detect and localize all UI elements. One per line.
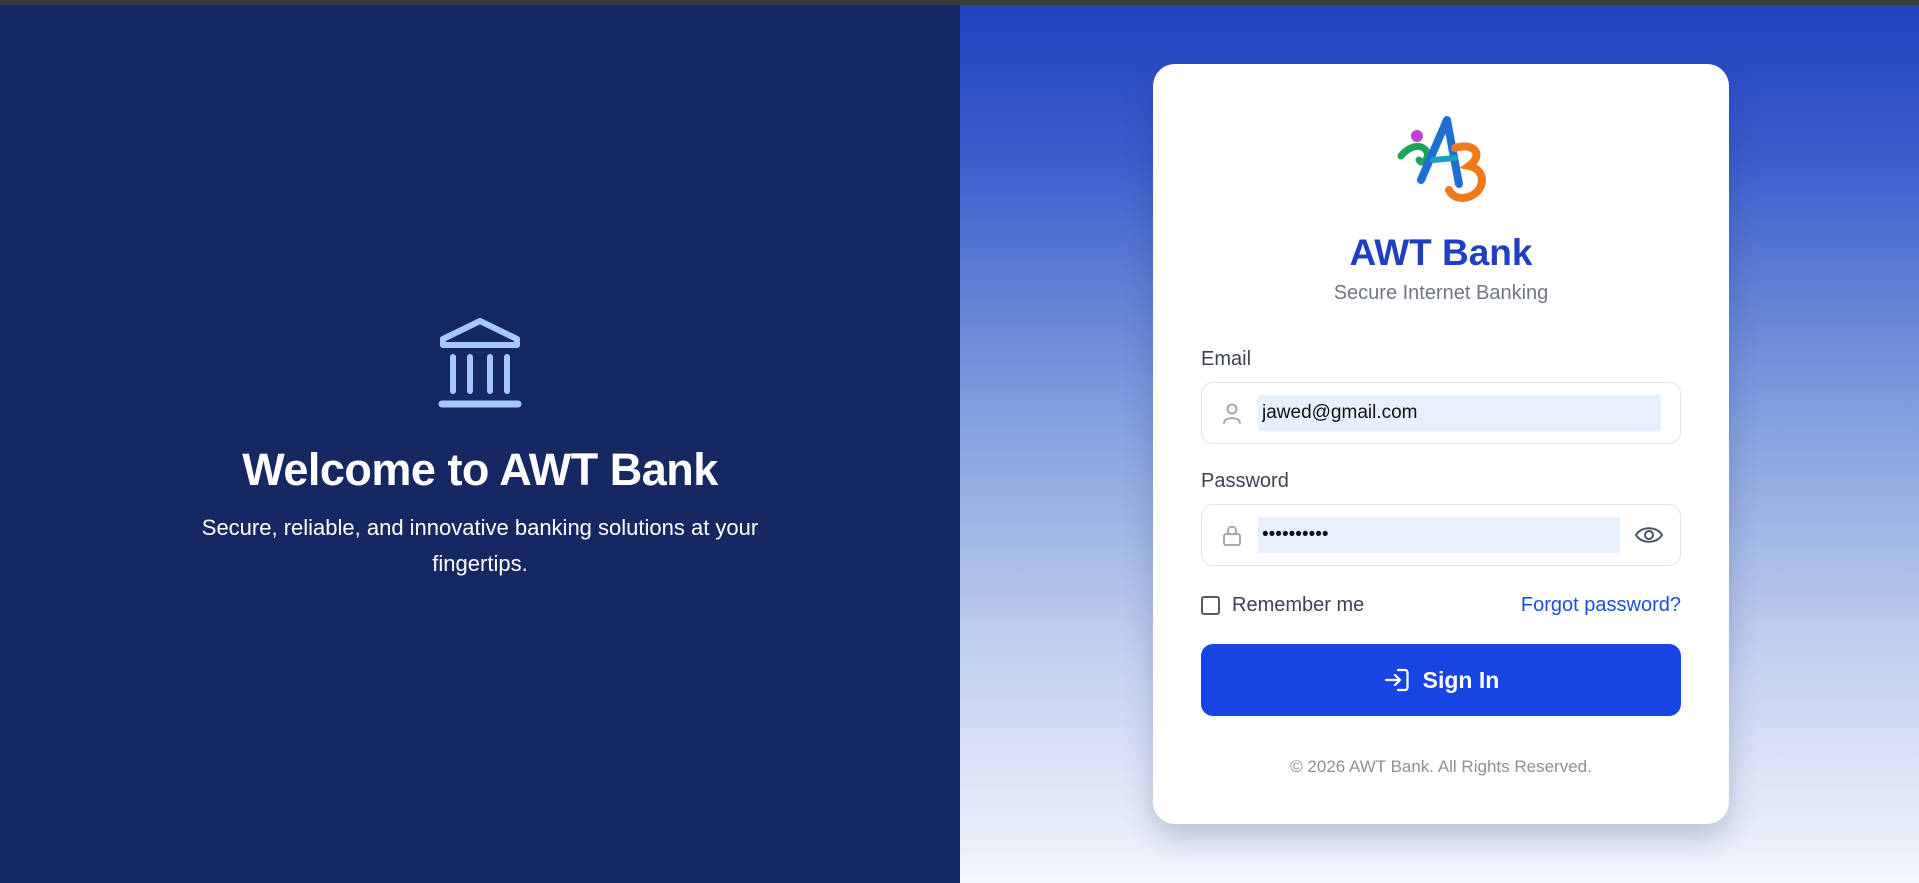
- email-input[interactable]: [1258, 395, 1661, 431]
- password-label: Password: [1201, 470, 1289, 492]
- forgot-password-link[interactable]: Forgot password?: [1521, 594, 1681, 617]
- password-input[interactable]: [1258, 517, 1620, 553]
- brand-name: AWT Bank: [1349, 232, 1533, 273]
- bank-building-icon: [437, 317, 523, 411]
- eye-icon[interactable]: [1634, 522, 1664, 548]
- welcome-title: Welcome to AWT Bank: [242, 444, 718, 495]
- welcome-panel: Welcome to AWT Bank Secure, reliable, an…: [0, 5, 960, 883]
- remember-me[interactable]: Remember me: [1201, 594, 1364, 617]
- remember-me-label: Remember me: [1232, 594, 1365, 616]
- brand-subtitle: Secure Internet Banking: [1333, 282, 1549, 304]
- welcome-subtitle: Secure, reliable, and innovative banking…: [201, 515, 759, 576]
- login-panel: AWT Bank Secure Internet Banking Email P…: [960, 5, 1919, 883]
- sign-in-label: Sign In: [1422, 666, 1500, 693]
- copyright-footer: © 2026 AWT Bank. All Rights Reserved.: [1290, 757, 1592, 776]
- email-label: Email: [1201, 348, 1252, 370]
- lock-icon: [1220, 523, 1244, 547]
- awt-bank-logo: [1393, 114, 1493, 214]
- email-field[interactable]: [1201, 382, 1681, 444]
- password-field[interactable]: [1201, 504, 1681, 566]
- login-card: AWT Bank Secure Internet Banking Email P…: [1153, 64, 1729, 824]
- remember-me-checkbox[interactable]: [1201, 596, 1220, 615]
- user-icon: [1220, 401, 1244, 425]
- sign-in-icon: [1383, 666, 1411, 694]
- welcome-hero: Welcome to AWT Bank Secure, reliable, an…: [0, 317, 960, 582]
- sign-in-button[interactable]: Sign In: [1201, 644, 1681, 716]
